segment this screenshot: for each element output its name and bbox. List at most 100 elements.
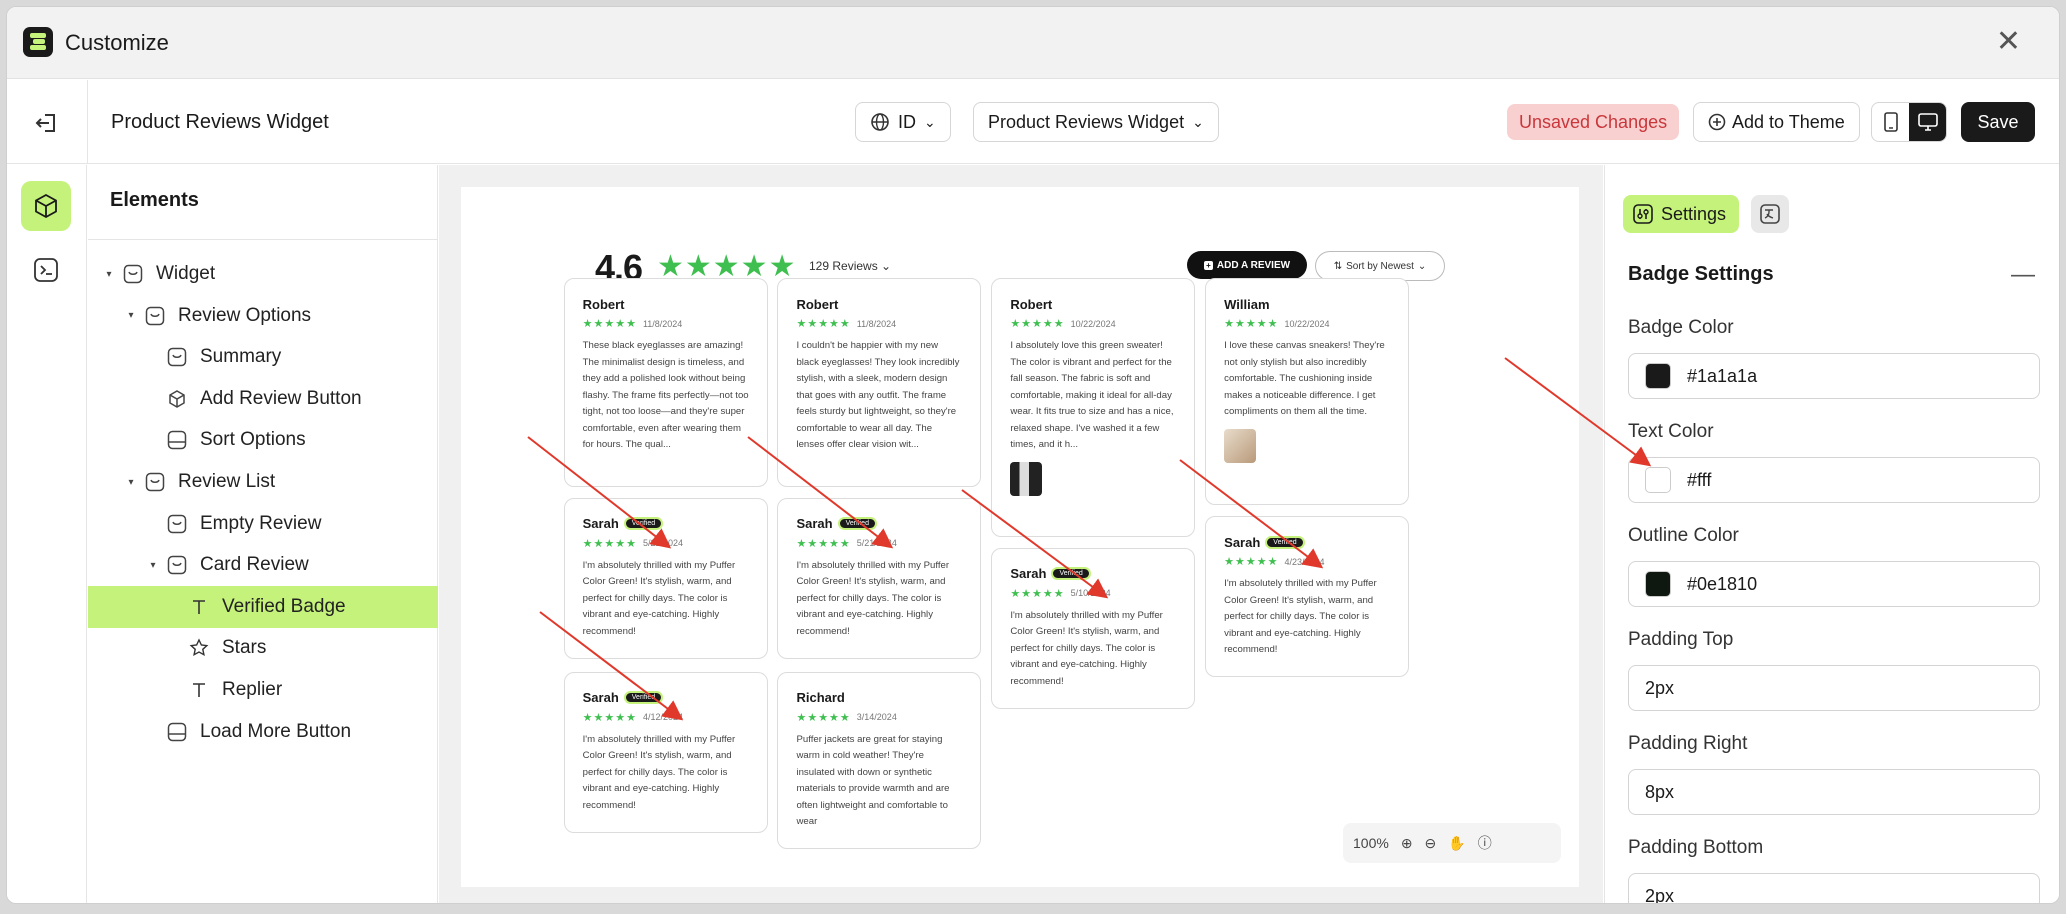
review-stars: ★★★★★ [1224, 318, 1279, 331]
text-color-field[interactable]: #fff [1628, 457, 2040, 503]
save-button[interactable]: Save [1961, 102, 2035, 142]
review-image[interactable] [1224, 428, 1257, 463]
mobile-icon [1883, 112, 1898, 132]
padding-top-label: Padding Top [1628, 629, 1734, 650]
verified-badge[interactable]: Verified [623, 517, 664, 531]
verified-badge[interactable]: Verified [1051, 567, 1091, 581]
hand-icon[interactable]: ✋ [1448, 835, 1465, 852]
tree-node[interactable]: ▾ Review List [88, 461, 438, 503]
tree-node[interactable]: ▾ Card Review [88, 544, 438, 586]
padding-right-label: Padding Right [1628, 733, 1748, 754]
reviewer-name-row: Sarah Verified [1010, 565, 1176, 583]
tree-node[interactable]: Add Review Button [88, 378, 438, 420]
review-count[interactable]: 129 Reviews ⌄ [809, 259, 891, 273]
exit-icon[interactable] [31, 108, 65, 138]
caret-down-icon[interactable]: ▾ [146, 560, 160, 571]
chevron-down-icon: ⌄ [1417, 260, 1427, 272]
badge-color-field[interactable]: #1a1a1a [1628, 353, 2040, 399]
caret-down-icon[interactable]: ▾ [102, 269, 116, 280]
code-tab-button[interactable] [27, 251, 65, 289]
tree-node[interactable]: Verified Badge [88, 585, 438, 628]
text-color-label: Text Color [1628, 421, 1714, 442]
widget-select[interactable]: Product Reviews Widget ⌄ [973, 102, 1219, 142]
preview-canvas: 4.6 ★★★★★ 129 Reviews ⌄ + ADD A REVIEW ⇅ S… [439, 165, 1603, 903]
review-card: Sarah Verified ★★★★★ 5/21/2024 I'm absolutel… [777, 497, 982, 659]
review-card: Sarah Verified ★★★★★ 4/12/2024 I'm absolutel… [563, 671, 768, 833]
mobile-view-button[interactable] [1872, 103, 1909, 141]
verified-badge[interactable]: Verified [1265, 535, 1305, 549]
tab-translate[interactable] [1751, 195, 1789, 233]
add-to-theme-label: Add to Theme [1732, 111, 1845, 132]
reviewer-name: Robert [582, 296, 625, 312]
review-stars: ★★★★★ [796, 318, 851, 331]
review-stars-row: ★★★★★ 4/12/2024 [583, 711, 749, 724]
tree-node[interactable]: Load More Button [88, 711, 438, 753]
customize-window: Customize ✕ Product Reviews Widget ID ⌄ … [6, 6, 2060, 904]
review-stars-row: ★★★★★ 11/8/2024 [583, 317, 749, 330]
padding-bottom-value: 2px [1645, 885, 1675, 904]
zoom-out-icon[interactable]: ⊖ [1425, 835, 1437, 852]
review-text: I couldn't be happier with my new black … [796, 340, 960, 451]
padding-top-value: 2px [1645, 677, 1675, 698]
verified-badge[interactable]: Verified [837, 517, 877, 531]
chevron-down-icon: ⌄ [1192, 113, 1204, 130]
reviewer-name-row: Sarah Verified [796, 515, 962, 533]
desktop-view-button[interactable] [1909, 103, 1946, 141]
reviewer-name-row: Sarah Verified [583, 689, 749, 707]
tree-node[interactable]: ▾ Review Options [88, 295, 438, 337]
outline-color-field[interactable]: #0e1810 [1628, 561, 2040, 607]
review-text: I'm absolutely thrilled with my Puffer C… [1010, 609, 1163, 687]
add-review-button[interactable]: + ADD A REVIEW [1187, 251, 1307, 279]
section-title: Badge Settings [1628, 263, 1774, 285]
cube-icon [166, 388, 188, 410]
padding-right-input[interactable]: 8px [1628, 769, 2040, 815]
chevron-down-icon: ⌄ [924, 113, 936, 130]
verified-badge[interactable]: Verified [623, 691, 664, 705]
tree-node[interactable]: Stars [88, 627, 438, 669]
badge-color-value: #1a1a1a [1687, 365, 1758, 386]
window-title: Customize [65, 30, 169, 55]
language-value: ID [898, 111, 916, 132]
review-date: 4/12/2024 [642, 712, 683, 723]
zoom-in-icon[interactable]: ⊕ [1401, 835, 1413, 852]
review-text: I'm absolutely thrilled with my Puffer C… [582, 559, 736, 637]
review-stars: ★★★★★ [582, 318, 637, 331]
app-logo-icon [23, 27, 53, 57]
language-select[interactable]: ID ⌄ [855, 102, 951, 142]
reviewer-name-row: Richard [796, 689, 962, 707]
sort-select[interactable]: ⇅ Sort by Newest ⌄ [1315, 251, 1445, 281]
review-text: I'm absolutely thrilled with my Puffer C… [582, 733, 736, 811]
badge-color-label: Badge Color [1628, 317, 1734, 338]
outline-color-swatch[interactable] [1645, 571, 1671, 597]
title-bar: Customize ✕ [7, 7, 2059, 79]
component-icon [144, 305, 166, 327]
elements-panel: Elements ▾ Widget ▾ Review Options Summary Ad… [88, 165, 438, 903]
review-card: Robert ★★★★★ 11/8/2024 These black eyeglass… [563, 278, 768, 487]
tree-node[interactable]: ▾ Widget [88, 253, 438, 295]
tree-node[interactable]: Summary [88, 336, 438, 378]
tab-settings[interactable]: Settings [1623, 195, 1739, 233]
caret-down-icon[interactable]: ▾ [124, 310, 138, 321]
tree-node[interactable]: Sort Options [88, 419, 438, 461]
tree-node[interactable]: Empty Review [88, 503, 438, 545]
close-icon[interactable]: ✕ [1996, 27, 2021, 57]
badge-color-swatch[interactable] [1645, 363, 1671, 389]
add-to-theme-button[interactable]: Add to Theme [1693, 102, 1860, 142]
top-toolbar: Product Reviews Widget ID ⌄ Product Revi… [7, 80, 2059, 164]
caret-down-icon[interactable]: ▾ [124, 477, 138, 488]
padding-top-input[interactable]: 2px [1628, 665, 2040, 711]
elements-tab-button[interactable] [21, 181, 71, 231]
collapse-icon[interactable]: — [2011, 261, 2035, 289]
text-color-swatch[interactable] [1645, 467, 1671, 493]
outline-color-label: Outline Color [1628, 525, 1739, 546]
tree-node[interactable]: Replier [88, 669, 438, 711]
review-image[interactable] [1010, 461, 1043, 496]
tree-node-label: Add Review Button [200, 387, 362, 409]
help-icon[interactable]: ⓘ [1478, 833, 1492, 853]
review-stars-row: ★★★★★ 4/23/2024 [1224, 555, 1390, 568]
component-icon [166, 346, 188, 368]
padding-bottom-input[interactable]: 2px [1628, 873, 2040, 904]
review-date: 11/8/2024 [642, 318, 683, 329]
tree-node-label: Review List [178, 471, 276, 492]
add-review-label: ADD A REVIEW [1216, 259, 1291, 271]
